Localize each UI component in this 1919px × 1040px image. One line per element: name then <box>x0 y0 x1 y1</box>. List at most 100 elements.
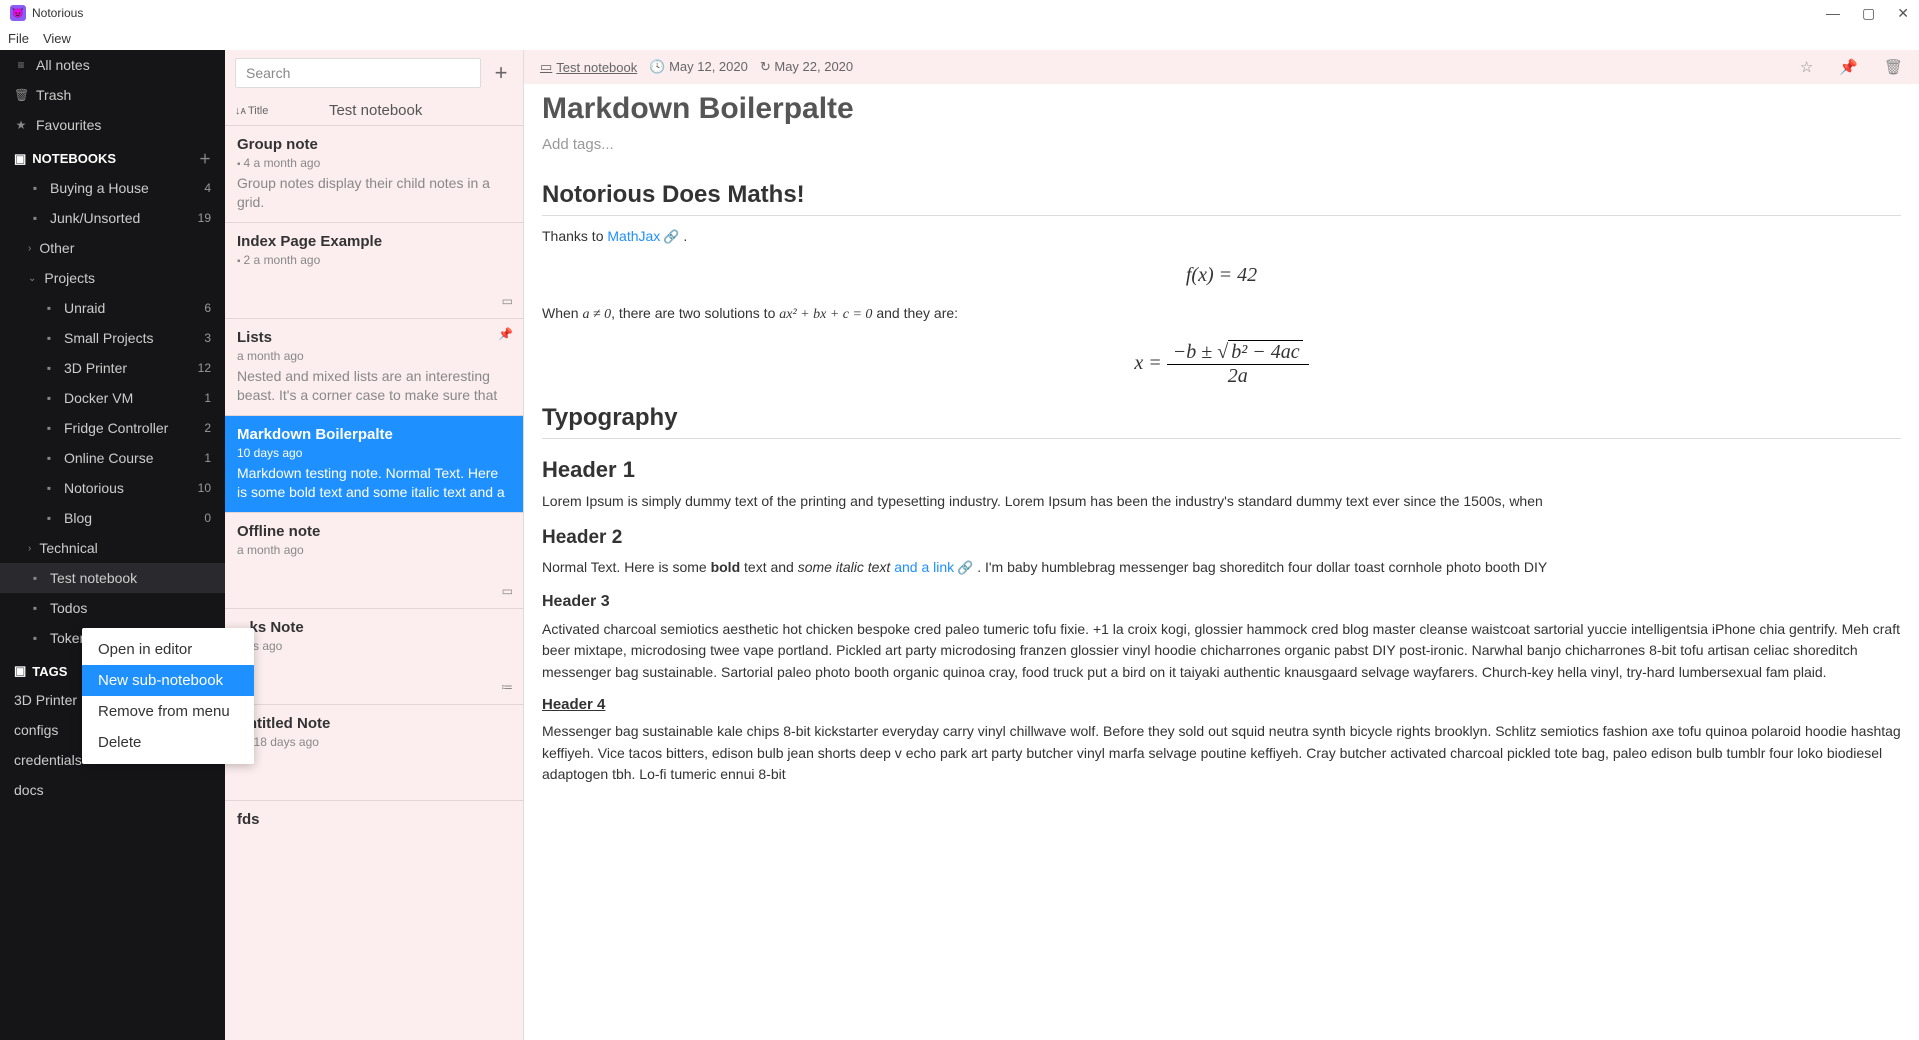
chevron-icon[interactable]: › <box>28 243 31 254</box>
note-item[interactable]: Offline note a month ago ▭ <box>225 512 523 608</box>
add-notebook-icon[interactable]: ＋ <box>199 150 211 167</box>
titlebar: 😈 Notorious — ▢ ✕ <box>0 0 1919 26</box>
sidebar-item-label: Projects <box>44 270 203 286</box>
note-type-icon: ≔ <box>501 680 513 694</box>
sidebar-item-label: Todos <box>50 600 203 616</box>
sidebar-item-label: Docker VM <box>64 390 196 406</box>
pin-button[interactable]: 📌 <box>1839 58 1858 76</box>
sidebar-item-docker-vm[interactable]: ▪Docker VM1 <box>0 383 225 413</box>
sidebar-item-label: Favourites <box>36 117 211 133</box>
sidebar-item-favourites[interactable]: ★Favourites <box>0 110 225 140</box>
folder-icon: ▪ <box>237 256 241 267</box>
tag-docs[interactable]: docs <box>0 775 225 805</box>
sidebar-item-label: Small Projects <box>64 330 196 346</box>
nav-icon: 🗑 <box>14 88 28 102</box>
note-item[interactable]: Untitled Note ▪1 18 days ago <box>225 704 523 800</box>
note-item-preview: Markdown testing note. Normal Text. Here… <box>237 464 511 502</box>
sidebar-item-label: Trash <box>36 87 211 103</box>
sidebar-item-3d-printer[interactable]: ▪3D Printer12 <box>0 353 225 383</box>
content-link[interactable]: and a link <box>894 559 954 575</box>
delete-button[interactable]: 🗑 <box>1884 58 1903 76</box>
sidebar-item-buying-a-house[interactable]: ▪Buying a House4 <box>0 173 225 203</box>
menu-file[interactable]: File <box>8 31 29 46</box>
count-badge: 4 <box>204 181 211 195</box>
sidebar-item-junk-unsorted[interactable]: ▪Junk/Unsorted19 <box>0 203 225 233</box>
modified-date: ↻ May 22, 2020 <box>760 59 853 75</box>
link-icon: 🔗 <box>663 229 679 244</box>
heading-2: Header 2 <box>542 527 1901 549</box>
tags-input[interactable]: Add tags... <box>542 136 1901 153</box>
sidebar-item-small-projects[interactable]: ▪Small Projects3 <box>0 323 225 353</box>
count-badge: 19 <box>198 211 211 225</box>
sidebar-item-unraid[interactable]: ▪Unraid6 <box>0 293 225 323</box>
context-menu-item-delete[interactable]: Delete <box>82 727 254 758</box>
note-title[interactable]: Markdown Boilerpalte <box>542 92 1901 126</box>
breadcrumb[interactable]: ▭ Test notebook <box>540 59 637 75</box>
note-item[interactable]: Lists a month ago Nested and mixed lists… <box>225 318 523 415</box>
chevron-icon[interactable]: ⌄ <box>28 273 36 284</box>
window-close-icon[interactable]: ✕ <box>1897 5 1909 22</box>
sidebar-item-label: Notorious <box>64 480 190 496</box>
note-item-title: Index Page Example <box>237 233 511 250</box>
note-body[interactable]: Notorious Does Maths! Thanks to MathJax🔗… <box>542 181 1901 786</box>
app-icon: 😈 <box>10 5 26 21</box>
menu-view[interactable]: View <box>43 31 71 46</box>
window-maximize-icon[interactable]: ▢ <box>1862 5 1875 22</box>
sidebar-item-blog[interactable]: ▪Blog0 <box>0 503 225 533</box>
favourite-button[interactable]: ☆ <box>1800 58 1813 76</box>
sidebar-item-label: All notes <box>36 57 211 73</box>
tags-label: TAGS <box>32 664 67 679</box>
sidebar-item-technical[interactable]: ›Technical <box>0 533 225 563</box>
paragraph: When a ≠ 0, there are two solutions to a… <box>542 303 1901 326</box>
note-list: Search + ↓ᴀ Title Test notebook Group no… <box>225 50 524 1040</box>
context-menu-item-remove-from-menu[interactable]: Remove from menu <box>82 696 254 727</box>
mathjax-link[interactable]: MathJax <box>607 228 660 244</box>
sidebar-item-todos[interactable]: ▪Todos <box>0 593 225 623</box>
count-badge: 0 <box>204 511 211 525</box>
new-note-button[interactable]: + <box>489 60 513 86</box>
note-item-meta: ▪1 18 days ago <box>237 735 511 749</box>
note-item[interactable]: Index Page Example ▪2 a month ago ▭ <box>225 222 523 318</box>
notelist-title: Test notebook <box>329 102 422 119</box>
count-badge: 10 <box>198 481 211 495</box>
heading-typography: Typography <box>542 404 1901 439</box>
note-item[interactable]: ...ks Note ...ys ago ≔ <box>225 608 523 704</box>
note-item-meta: a month ago <box>237 349 511 363</box>
sidebar-item-all-notes[interactable]: ≡ All notes <box>0 50 225 80</box>
sidebar-item-test-notebook[interactable]: ▪Test notebook <box>0 563 225 593</box>
menubar: File View <box>0 26 1919 50</box>
note-item[interactable]: Markdown Boilerpalte 10 days ago Markdow… <box>225 415 523 512</box>
folder-icon: ▪ <box>28 631 42 645</box>
folder-icon: ▪ <box>237 159 241 170</box>
note-item-meta: ...ys ago <box>237 639 511 653</box>
chevron-icon[interactable]: › <box>28 543 31 554</box>
heading-4: Header 4 <box>542 696 1901 713</box>
context-menu-item-new-sub-notebook[interactable]: New sub-notebook <box>82 665 254 696</box>
note-item-title: Untitled Note <box>237 715 511 732</box>
note-item[interactable]: Group note ▪4 a month ago Group notes di… <box>225 125 523 222</box>
paragraph: Messenger bag sustainable kale chips 8-b… <box>542 721 1901 786</box>
sidebar-item-online-course[interactable]: ▪Online Course1 <box>0 443 225 473</box>
sidebar-item-label: Unraid <box>64 300 196 316</box>
window-minimize-icon[interactable]: — <box>1826 5 1840 22</box>
sidebar-item-fridge-controller[interactable]: ▪Fridge Controller2 <box>0 413 225 443</box>
paragraph: Normal Text. Here is some bold text and … <box>542 557 1901 579</box>
sidebar: ≡ All notes 🗑 Trash ★Favourites ▣ NOTEBOOKS … <box>0 50 225 1040</box>
sidebar-item-projects[interactable]: ⌄ Projects <box>0 263 225 293</box>
folder-icon: ▪ <box>42 391 56 405</box>
sidebar-item-other[interactable]: ›Other <box>0 233 225 263</box>
search-input[interactable]: Search <box>235 58 481 88</box>
context-menu-item-open-in-editor[interactable]: Open in editor <box>82 634 254 665</box>
note-type-icon: ▭ <box>502 294 513 308</box>
note-item[interactable]: fds <box>225 800 523 896</box>
note-item-title: Markdown Boilerpalte <box>237 426 511 443</box>
equation-1: f(x) = 42 <box>542 264 1901 287</box>
note-item-title: Group note <box>237 136 511 153</box>
paragraph: Thanks to MathJax🔗 . <box>542 226 1901 248</box>
sort-button[interactable]: ↓ᴀ Title <box>235 105 268 117</box>
folder-icon: ▪ <box>42 481 56 495</box>
nav-icon: ≡ <box>14 58 28 72</box>
sidebar-item-notorious[interactable]: ▪ Notorious 10 <box>0 473 225 503</box>
sidebar-notebooks-header: ▣ NOTEBOOKS ＋ <box>0 140 225 173</box>
sidebar-item-trash[interactable]: 🗑 Trash <box>0 80 225 110</box>
